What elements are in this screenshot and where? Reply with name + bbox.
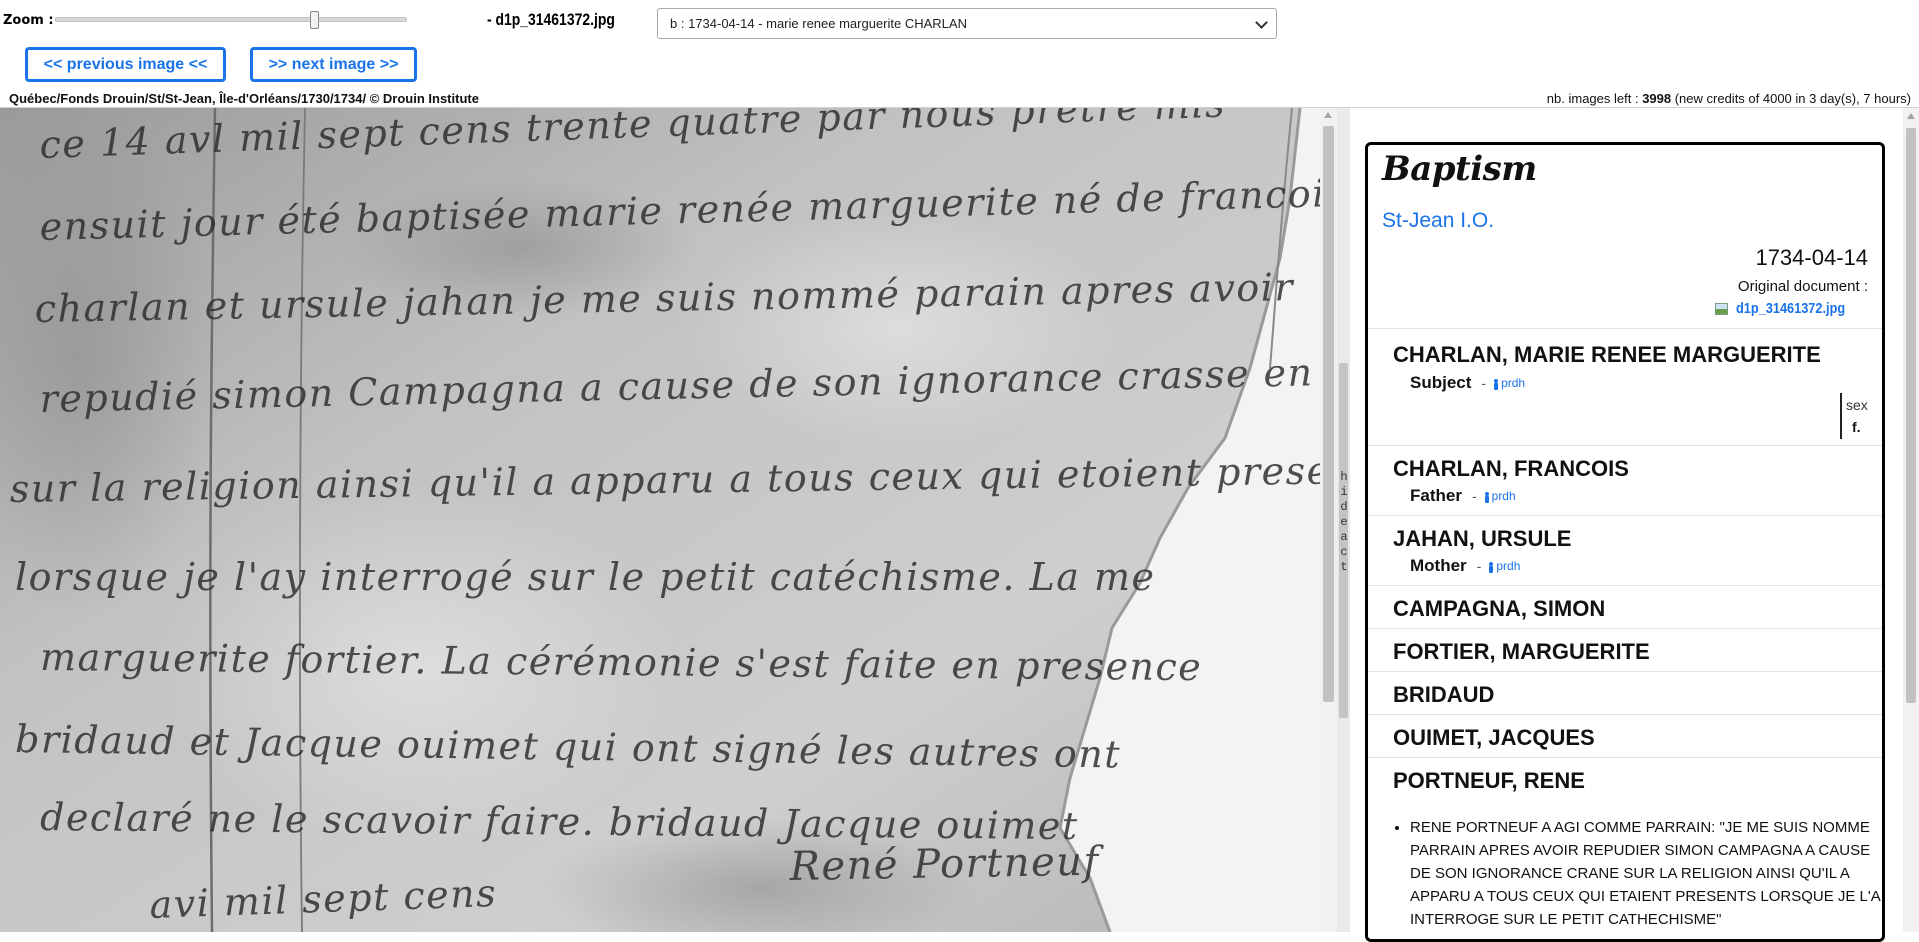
- person-role-row: Father - prdh: [1410, 486, 1516, 506]
- sex-value: f.: [1852, 419, 1861, 435]
- credits-prefix: nb. images left :: [1546, 91, 1643, 106]
- parish-link[interactable]: St-Jean I.O.: [1382, 209, 1494, 233]
- person-row: CAMPAGNA, SIMON: [1368, 585, 1882, 628]
- person-role: Father: [1410, 486, 1462, 505]
- act-panel-scrollbar[interactable]: [1903, 108, 1919, 932]
- role-separator: -: [1476, 558, 1482, 574]
- person-role-row: Subject - prdh: [1410, 373, 1525, 393]
- image-file-name: - d1p_31461372.jpg: [487, 10, 615, 29]
- role-separator: -: [1471, 488, 1477, 504]
- act-notes: RENE PORTNEUF A AGI COMME PARRAIN: "JE M…: [1390, 816, 1882, 931]
- document-image-viewer[interactable]: ce 14 avl mil sept cens trente quatre pa…: [0, 108, 1320, 932]
- act-record-card: Baptism St-Jean I.O. 1734-04-14 Original…: [1365, 142, 1885, 942]
- next-image-button[interactable]: >> next image >>: [250, 47, 417, 82]
- person-icon: [1484, 491, 1489, 503]
- viewer-scrollbar-thumb[interactable]: [1323, 126, 1334, 702]
- prdh-link-label[interactable]: prdh: [1496, 559, 1520, 573]
- person-row: BRIDAUD: [1368, 671, 1882, 714]
- person-role: Mother: [1410, 556, 1467, 575]
- sex-field: sex f.: [1840, 393, 1871, 439]
- document-scan-image: ce 14 avl mil sept cens trente quatre pa…: [0, 108, 1320, 932]
- prdh-link[interactable]: prdh: [1494, 376, 1525, 390]
- act-panel-scrollbar-thumb[interactable]: [1906, 128, 1916, 703]
- previous-image-button[interactable]: << previous image <<: [25, 47, 226, 82]
- person-row: FORTIER, MARGUERITE: [1368, 628, 1882, 671]
- role-separator: -: [1481, 375, 1487, 391]
- chevron-down-icon: [1255, 16, 1268, 29]
- person-name: CAMPAGNA, SIMON: [1393, 596, 1606, 621]
- breadcrumb: Québec/Fonds Drouin/St/St-Jean, Île-d'Or…: [9, 91, 479, 106]
- person-row: PORTNEUF, RENE: [1368, 757, 1882, 802]
- prdh-link[interactable]: prdh: [1489, 559, 1520, 573]
- record-select-value: b : 1734-04-14 - marie renee marguerite …: [670, 16, 967, 31]
- prdh-link[interactable]: prdh: [1484, 489, 1516, 503]
- person-role: Subject: [1410, 373, 1472, 392]
- person-name: OUIMET, JACQUES: [1393, 725, 1595, 750]
- zoom-slider-track[interactable]: [55, 17, 407, 22]
- person-icon: [1489, 561, 1494, 573]
- person-row: OUIMET, JACQUES: [1368, 714, 1882, 757]
- person-row: CHARLAN, MARIE RENEE MARGUERITE Subject …: [1368, 328, 1882, 445]
- prdh-link-label[interactable]: prdh: [1501, 376, 1525, 390]
- person-name: FORTIER, MARGUERITE: [1393, 639, 1650, 664]
- handwriting-line: declaré ne le scavoir faire. bridaud Jac…: [40, 795, 1079, 848]
- credits-suffix: (new credits of 4000 in 3 day(s), 7 hour…: [1671, 91, 1911, 106]
- person-name: JAHAN, URSULE: [1393, 526, 1572, 551]
- original-document-label: Original document :: [1737, 278, 1868, 295]
- act-type-heading: Baptism: [1382, 149, 1537, 189]
- handwriting-line: lorsque je l'ay interrogé sur le petit c…: [15, 555, 1156, 599]
- hide-act-toggle[interactable]: hide act: [1339, 470, 1349, 575]
- record-select[interactable]: b : 1734-04-14 - marie renee marguerite …: [657, 8, 1277, 39]
- zoom-label: Zoom :: [3, 13, 54, 28]
- handwriting-line: René Portneuf: [788, 839, 1104, 891]
- original-document-link[interactable]: d1p_31461372.jpg: [1714, 300, 1864, 317]
- act-date: 1734-04-14: [1755, 245, 1868, 270]
- sex-label: sex: [1846, 397, 1868, 413]
- viewer-scrollbar[interactable]: [1320, 108, 1337, 932]
- person-row: JAHAN, URSULE Mother - prdh: [1368, 515, 1882, 585]
- person-name: CHARLAN, MARIE RENEE MARGUERITE: [1393, 342, 1821, 367]
- person-name: CHARLAN, FRANCOIS: [1393, 456, 1629, 481]
- prdh-link-label[interactable]: prdh: [1492, 489, 1516, 503]
- image-icon: [1714, 302, 1728, 315]
- person-name: PORTNEUF, RENE: [1393, 768, 1585, 793]
- person-row: CHARLAN, FRANCOIS Father - prdh: [1368, 445, 1882, 515]
- zoom-slider-handle[interactable]: [310, 11, 319, 29]
- scroll-up-arrow-icon[interactable]: [1907, 113, 1915, 119]
- scroll-up-arrow-icon[interactable]: [1324, 112, 1332, 118]
- person-name: BRIDAUD: [1393, 682, 1495, 707]
- credits-count: 3998: [1642, 91, 1672, 106]
- act-note: RENE PORTNEUF A AGI COMME PARRAIN: "JE M…: [1410, 816, 1882, 931]
- original-document-file[interactable]: d1p_31461372.jpg: [1736, 300, 1845, 317]
- person-role-row: Mother - prdh: [1410, 556, 1520, 576]
- credits-info: nb. images left : 3998 (new credits of 4…: [1547, 91, 1911, 106]
- person-icon: [1494, 378, 1499, 390]
